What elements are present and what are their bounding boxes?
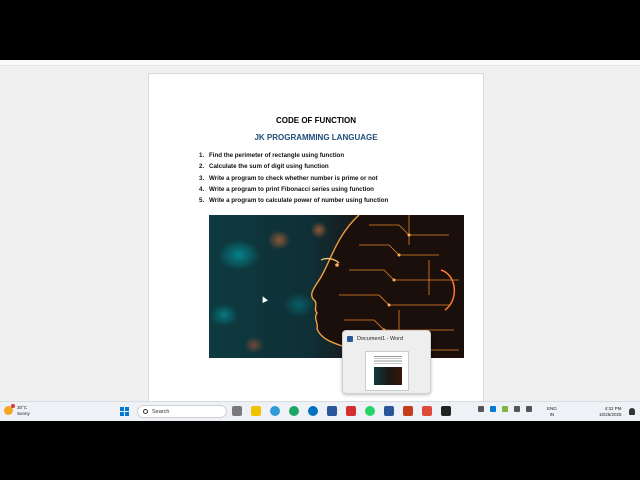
list-item: 3. Write a program to check whether numbe…: [199, 173, 388, 184]
thumbnail-text-lines: [374, 355, 402, 365]
search-input[interactable]: Search: [137, 405, 227, 418]
list-item-number: 5.: [199, 197, 205, 205]
task-view-icon[interactable]: [232, 406, 242, 416]
whatsapp-icon[interactable]: [365, 406, 375, 416]
file-explorer-icon[interactable]: [251, 406, 261, 416]
list-item-number: 2.: [199, 163, 205, 171]
weather-desc: Sunny: [17, 410, 30, 416]
list-item-text: Write a program to print Fibonacci serie…: [209, 185, 374, 193]
clock-time: 4:32 PM: [604, 406, 622, 411]
weather-widget[interactable]: 30°C Sunny: [4, 404, 30, 416]
sun-icon: [4, 404, 15, 415]
windows-start-icon[interactable]: [120, 407, 129, 416]
clock[interactable]: 4:32 PM 10/25/2025: [599, 406, 622, 417]
document-subtitle: JK PROGRAMMING LANGUAGE: [254, 133, 378, 142]
edge-icon[interactable]: [270, 406, 280, 416]
search-icon: [143, 409, 148, 414]
wps-icon[interactable]: [346, 406, 356, 416]
weather-temp: 30°C: [17, 405, 28, 410]
list-item: 5. Write a program to calculate power of …: [199, 195, 388, 206]
list-item: 4. Write a program to print Fibonacci ser…: [199, 184, 388, 195]
language-indicator[interactable]: ENG IN: [547, 406, 557, 417]
terminal-icon[interactable]: [441, 406, 451, 416]
window-top-strip: [0, 60, 640, 66]
onedrive-icon[interactable]: [490, 406, 496, 412]
screen: CODE OF FUNCTION JK PROGRAMMING LANGUAGE…: [0, 60, 640, 420]
preview-header: Document1 - Word: [347, 336, 403, 342]
taskbar: 30°C Sunny Search ENG IN 4:32 PM 10/25/2…: [0, 401, 640, 421]
preview-thumbnail[interactable]: [365, 351, 409, 391]
list-item-text: Find the perimeter of rectangle using fu…: [209, 152, 345, 159]
document-title: CODE OF FUNCTION: [276, 116, 356, 125]
list-item-text: Write a program to calculate power of nu…: [209, 197, 389, 205]
list-item: 1. Find the perimeter of rectangle using …: [199, 150, 388, 161]
thumbnail-image: [374, 367, 402, 385]
system-tray: [478, 406, 538, 412]
security-icon[interactable]: [514, 406, 520, 412]
hp-icon[interactable]: [308, 406, 318, 416]
document-page[interactable]: CODE OF FUNCTION JK PROGRAMMING LANGUAGE…: [148, 73, 484, 413]
powerpoint-icon[interactable]: [403, 406, 413, 416]
snipping-tool-icon[interactable]: [422, 406, 432, 416]
notification-bell-icon[interactable]: [629, 408, 635, 415]
taskbar-preview-word[interactable]: Document1 - Word: [342, 330, 431, 394]
list-item-number: 1.: [199, 152, 205, 159]
lang-code: ENG: [547, 406, 557, 411]
list-item-text: Write a program to check whether number …: [209, 174, 378, 182]
word-taskbar-icon[interactable]: [384, 406, 394, 416]
network-tray-icon[interactable]: [526, 406, 532, 412]
list-item-text: Calculate the sum of digit using functio…: [209, 163, 329, 171]
preview-title: Document1 - Word: [357, 336, 404, 342]
search-placeholder: Search: [152, 408, 170, 415]
task-list: 1. Find the perimeter of rectangle using …: [199, 150, 388, 206]
taskbar-pinned-apps: [232, 406, 460, 416]
word-document-canvas[interactable]: CODE OF FUNCTION JK PROGRAMMING LANGUAGE…: [0, 67, 640, 413]
chrome-icon[interactable]: [289, 406, 299, 416]
list-item-number: 3.: [199, 174, 205, 182]
app-tray-icon[interactable]: [502, 406, 508, 412]
list-item: 2. Calculate the sum of digit using funct…: [199, 161, 388, 172]
store-icon[interactable]: [327, 406, 337, 416]
word-icon: [347, 336, 353, 342]
clock-date: 10/25/2025: [599, 411, 622, 417]
chevron-up-icon[interactable]: [478, 406, 484, 412]
list-item-number: 4.: [199, 185, 205, 193]
lang-region: IN: [549, 411, 555, 417]
